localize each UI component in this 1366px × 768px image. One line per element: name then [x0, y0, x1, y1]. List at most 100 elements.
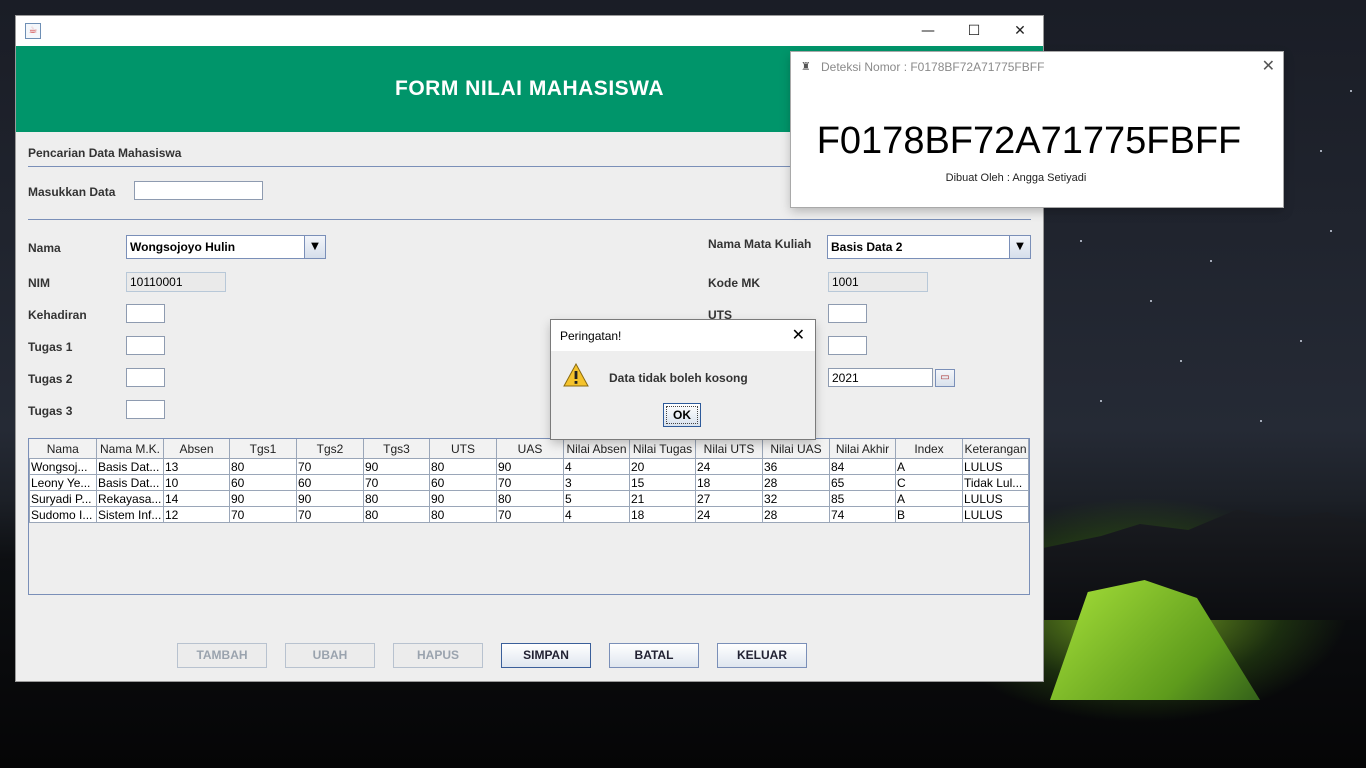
- column-header[interactable]: Nilai Tugas: [629, 439, 696, 459]
- chevron-down-icon[interactable]: ▼: [304, 236, 325, 258]
- column-header[interactable]: Keterangan: [962, 439, 1029, 459]
- table-cell[interactable]: Sistem Inf...: [96, 506, 164, 523]
- table-cell[interactable]: 60: [229, 474, 297, 491]
- column-header[interactable]: UTS: [429, 439, 497, 459]
- table-cell[interactable]: 90: [363, 458, 430, 475]
- column-header[interactable]: Nama M.K.: [96, 439, 164, 459]
- minimize-button[interactable]: —: [905, 16, 951, 46]
- table-cell[interactable]: 80: [363, 506, 430, 523]
- table-cell[interactable]: LULUS: [962, 506, 1029, 523]
- ok-button[interactable]: OK: [663, 403, 701, 427]
- table-cell[interactable]: 70: [296, 506, 364, 523]
- table-cell[interactable]: 21: [629, 490, 696, 507]
- nama-combobox[interactable]: Wongsojoyo Hulin ▼: [126, 235, 326, 259]
- table-cell[interactable]: 90: [296, 490, 364, 507]
- table-cell[interactable]: 15: [629, 474, 696, 491]
- simpan-button[interactable]: SIMPAN: [501, 643, 591, 668]
- uas-input[interactable]: [828, 336, 867, 355]
- kehadiran-input[interactable]: [126, 304, 165, 323]
- nilai-table[interactable]: Nama Nama M.K. Absen Tgs1 Tgs2 Tgs3 UTS UAS Nila…: [28, 438, 1030, 595]
- table-cell[interactable]: 70: [496, 506, 564, 523]
- table-cell[interactable]: 28: [762, 506, 830, 523]
- table-cell[interactable]: 85: [829, 490, 896, 507]
- table-cell[interactable]: 24: [695, 506, 763, 523]
- tugas2-input[interactable]: [126, 368, 165, 387]
- table-cell[interactable]: LULUS: [962, 458, 1029, 475]
- table-cell[interactable]: 90: [429, 490, 497, 507]
- table-cell[interactable]: 65: [829, 474, 896, 491]
- table-cell[interactable]: B: [895, 506, 963, 523]
- close-button[interactable]: ✕: [997, 16, 1043, 46]
- tambah-button[interactable]: TAMBAH: [177, 643, 267, 668]
- table-cell[interactable]: 13: [163, 458, 230, 475]
- table-cell[interactable]: 32: [762, 490, 830, 507]
- table-cell[interactable]: Wongsoj...: [29, 458, 97, 475]
- tahun-input[interactable]: 2021: [828, 368, 933, 387]
- tugas1-input[interactable]: [126, 336, 165, 355]
- column-header[interactable]: UAS: [496, 439, 564, 459]
- table-cell[interactable]: Suryadi P...: [29, 490, 97, 507]
- ubah-button[interactable]: UBAH: [285, 643, 375, 668]
- table-cell[interactable]: 4: [563, 506, 630, 523]
- search-input[interactable]: [134, 181, 263, 200]
- table-cell[interactable]: 18: [629, 506, 696, 523]
- table-row[interactable]: Sudomo I... Sistem Inf... 12 70 70 80 80 70 4 18 2…: [29, 506, 1029, 523]
- table-cell[interactable]: A: [895, 490, 963, 507]
- table-row[interactable]: Suryadi P... Rekayasa... 14 90 90 80 90 80 5 21 27…: [29, 490, 1029, 507]
- table-cell[interactable]: 28: [762, 474, 830, 491]
- table-cell[interactable]: 24: [695, 458, 763, 475]
- table-cell[interactable]: 20: [629, 458, 696, 475]
- table-cell[interactable]: 14: [163, 490, 230, 507]
- dialog-close-button[interactable]: ✕: [792, 325, 805, 344]
- table-cell[interactable]: 27: [695, 490, 763, 507]
- batal-button[interactable]: BATAL: [609, 643, 699, 668]
- table-cell[interactable]: 80: [429, 506, 497, 523]
- table-cell[interactable]: 18: [695, 474, 763, 491]
- table-cell[interactable]: Sudomo I...: [29, 506, 97, 523]
- matkul-combobox[interactable]: Basis Data 2 ▼: [827, 235, 1031, 259]
- column-header[interactable]: Nilai UTS: [695, 439, 763, 459]
- table-cell[interactable]: Basis Dat...: [96, 458, 164, 475]
- maximize-button[interactable]: ☐: [951, 16, 997, 46]
- tugas3-input[interactable]: [126, 400, 165, 419]
- table-cell[interactable]: 80: [496, 490, 564, 507]
- table-cell[interactable]: 3: [563, 474, 630, 491]
- nilai-table-grid[interactable]: Nama Nama M.K. Absen Tgs1 Tgs2 Tgs3 UTS UAS Nila…: [29, 439, 1029, 523]
- calendar-icon[interactable]: ▭: [935, 369, 955, 387]
- table-cell[interactable]: 70: [496, 474, 564, 491]
- table-cell[interactable]: Tidak Lul...: [962, 474, 1029, 491]
- table-cell[interactable]: 70: [296, 458, 364, 475]
- table-cell[interactable]: 84: [829, 458, 896, 475]
- table-cell[interactable]: 36: [762, 458, 830, 475]
- table-cell[interactable]: 4: [563, 458, 630, 475]
- keluar-button[interactable]: KELUAR: [717, 643, 807, 668]
- table-cell[interactable]: 74: [829, 506, 896, 523]
- column-header[interactable]: Tgs1: [229, 439, 297, 459]
- column-header[interactable]: Nilai Akhir: [829, 439, 896, 459]
- table-row[interactable]: Wongsoj... Basis Dat... 13 80 70 90 80 90 4 20 24 3…: [29, 458, 1029, 475]
- table-cell[interactable]: 80: [363, 490, 430, 507]
- deteksi-close-button[interactable]: ✕: [1262, 56, 1275, 75]
- table-cell[interactable]: A: [895, 458, 963, 475]
- table-cell[interactable]: Basis Dat...: [96, 474, 164, 491]
- column-header[interactable]: Nama: [29, 439, 97, 459]
- table-cell[interactable]: 90: [229, 490, 297, 507]
- table-cell[interactable]: 80: [229, 458, 297, 475]
- table-cell[interactable]: C: [895, 474, 963, 491]
- table-cell[interactable]: 60: [429, 474, 497, 491]
- table-cell[interactable]: Leony Ye...: [29, 474, 97, 491]
- table-cell[interactable]: 70: [229, 506, 297, 523]
- column-header[interactable]: Absen: [163, 439, 230, 459]
- column-header[interactable]: Nilai UAS: [762, 439, 830, 459]
- table-cell[interactable]: Rekayasa...: [96, 490, 164, 507]
- column-header[interactable]: Nilai Absen: [563, 439, 630, 459]
- table-cell[interactable]: 12: [163, 506, 230, 523]
- column-header[interactable]: Index: [895, 439, 963, 459]
- chevron-down-icon[interactable]: ▼: [1009, 236, 1030, 258]
- table-cell[interactable]: 5: [563, 490, 630, 507]
- column-header[interactable]: Tgs3: [363, 439, 430, 459]
- hapus-button[interactable]: HAPUS: [393, 643, 483, 668]
- table-cell[interactable]: 10: [163, 474, 230, 491]
- table-cell[interactable]: 90: [496, 458, 564, 475]
- table-row[interactable]: Leony Ye... Basis Dat... 10 60 60 70 60 70 3 15 18…: [29, 474, 1029, 491]
